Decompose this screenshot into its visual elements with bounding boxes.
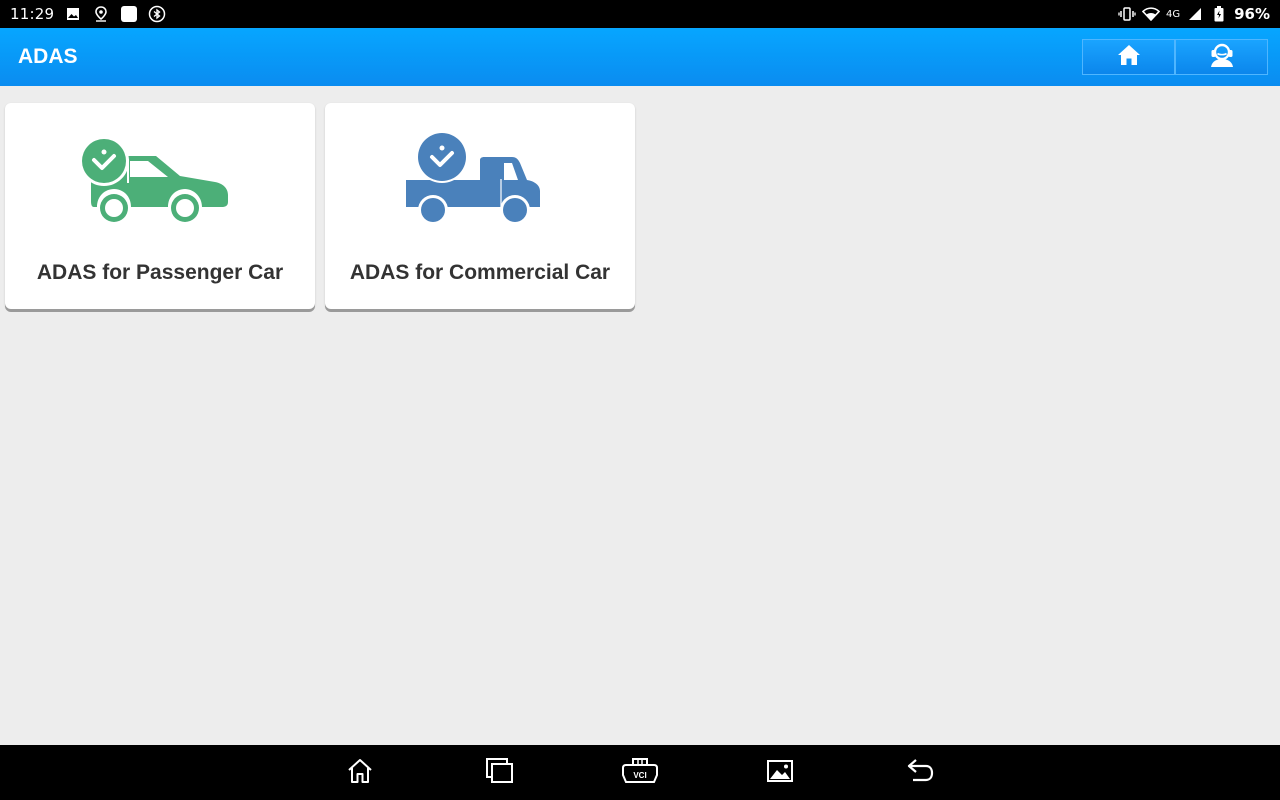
passenger-car-card[interactable]: ADAS for Passenger Car <box>5 103 315 309</box>
vibrate-icon <box>1118 5 1136 23</box>
nav-home-button[interactable] <box>340 755 380 791</box>
passenger-car-label: ADAS for Passenger Car <box>36 261 284 284</box>
commercial-car-icon-wrap <box>325 123 635 233</box>
app-header: ADAS <box>0 28 1280 86</box>
page-title: ADAS <box>18 45 78 68</box>
commercial-car-card[interactable]: ADAS for Commercial Car <box>325 103 635 309</box>
battery-icon <box>1210 5 1228 23</box>
vci-connector-icon: VCI <box>620 756 660 791</box>
location-pin-icon <box>92 5 110 23</box>
battery-level: 96% <box>1234 5 1270 23</box>
commercial-car-label: ADAS for Commercial Car <box>349 261 611 284</box>
headset-support-icon <box>1208 42 1236 73</box>
nav-back-button[interactable] <box>900 755 940 791</box>
status-bar-right: 4G 96% <box>1118 0 1270 28</box>
nav-recent-button[interactable] <box>480 755 520 791</box>
home-button[interactable] <box>1082 39 1175 75</box>
passenger-car-icon-wrap <box>5 123 315 233</box>
passenger-car-check-icon <box>79 123 240 233</box>
status-bar-left: 11:29 <box>10 0 166 28</box>
bluetooth-icon <box>148 5 166 23</box>
image-icon <box>64 5 82 23</box>
support-button[interactable] <box>1175 39 1268 75</box>
app-square-icon <box>120 5 138 23</box>
home-icon <box>1117 44 1141 71</box>
wifi-icon <box>1141 5 1160 23</box>
status-time: 11:29 <box>10 5 55 23</box>
vci-text: VCI <box>633 771 646 780</box>
gallery-icon <box>766 758 794 789</box>
status-bar: 11:29 4G 96% <box>0 0 1280 28</box>
back-arrow-icon <box>905 758 935 789</box>
recent-apps-icon <box>485 757 515 790</box>
home-outline-icon <box>346 757 374 790</box>
commercial-truck-check-icon <box>400 123 560 233</box>
nav-vci-button[interactable]: VCI <box>620 755 660 791</box>
nav-screenshot-button[interactable] <box>760 755 800 791</box>
navigation-bar: VCI <box>0 745 1280 800</box>
network-type: 4G <box>1165 8 1181 20</box>
signal-icon <box>1186 5 1204 23</box>
